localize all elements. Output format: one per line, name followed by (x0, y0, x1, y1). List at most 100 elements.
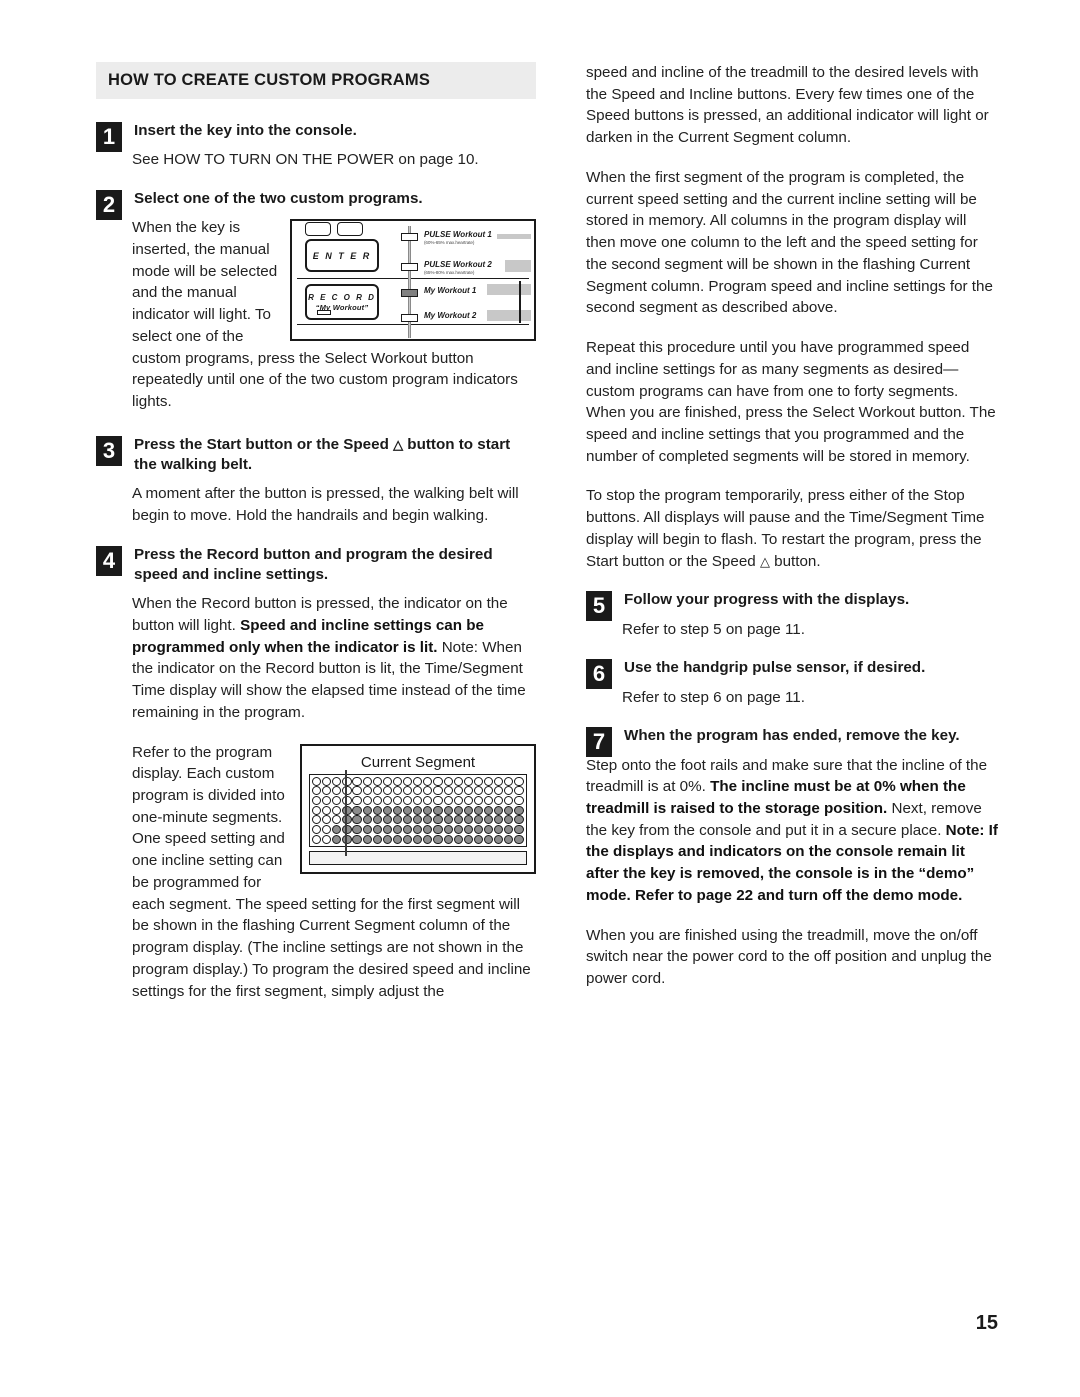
matrix-dot-on (342, 824, 352, 835)
step-2-number: 2 (96, 189, 122, 220)
record-button[interactable]: R E C O R D “My Workout” (305, 284, 379, 321)
matrix-dot-off (332, 786, 342, 796)
matrix-dot-off (514, 786, 524, 796)
graph-bar-4 (487, 310, 531, 322)
matrix-dot-on (382, 834, 393, 844)
matrix-dot-on (362, 824, 372, 835)
matrix-dot-on (504, 805, 514, 815)
matrix-dot-on (514, 824, 524, 835)
matrix-dot-off (312, 805, 322, 815)
step-5: 5 Follow your progress with the displays… (586, 590, 998, 622)
matrix-dot-on (352, 834, 362, 844)
step-5-body: Refer to step 5 on page 11. (622, 620, 805, 638)
matrix-dot-off (504, 776, 514, 786)
matrix-dot-off (443, 786, 453, 796)
matrix-dot-on (484, 834, 494, 844)
matrix-dot-on (473, 815, 484, 825)
matrix-dot-off (403, 795, 413, 806)
matrix-dot-off (443, 795, 453, 806)
step-6-body: Refer to step 6 on page 11. (622, 688, 805, 706)
right-column: speed and incline of the treadmill to th… (586, 62, 998, 1008)
matrix-dot-off (514, 776, 524, 786)
caption-pointer-line (345, 769, 347, 856)
matrix-dot-on (453, 834, 463, 844)
matrix-dot-on (352, 815, 362, 825)
matrix-dot-on (403, 815, 413, 825)
right-para-3: Repeat this procedure until you have pro… (586, 339, 996, 465)
step-4-number: 4 (96, 545, 122, 576)
label-pulse-workout-2: PULSE Workout 2 (424, 260, 492, 270)
enter-button-label: E N T E R (312, 250, 372, 261)
step-3-number: 3 (96, 435, 122, 466)
dot-matrix (312, 776, 524, 844)
matrix-dot-on (352, 824, 362, 835)
matrix-dot-off (392, 795, 403, 806)
matrix-dot-on (423, 815, 433, 825)
left-column: HOW TO CREATE CUSTOM PROGRAMS 1 Insert t… (96, 62, 536, 1020)
matrix-dot-off (382, 786, 393, 796)
matrix-dot-off (463, 786, 473, 796)
sublabel-pulse-workout-2: (65%-80% max.heartrate) (424, 270, 475, 276)
matrix-dot-off (312, 815, 322, 825)
matrix-dot-off (453, 795, 463, 806)
matrix-dot-off (423, 776, 433, 786)
matrix-dot-on (443, 815, 453, 825)
section-heading: HOW TO CREATE CUSTOM PROGRAMS (96, 62, 536, 99)
matrix-dot-off (372, 786, 382, 796)
matrix-dot-off (382, 795, 393, 806)
matrix-dot-off (362, 776, 372, 786)
step-6: 6 Use the handgrip pulse sensor, if desi… (586, 658, 998, 690)
step-3-body: A moment after the button is pressed, th… (132, 485, 519, 524)
graph-bar-3 (487, 284, 531, 296)
matrix-dot-off (332, 776, 342, 786)
matrix-dot-on (372, 834, 382, 844)
matrix-dot-on (473, 805, 484, 815)
matrix-dot-on (342, 805, 352, 815)
program-display-footer-bar (309, 850, 527, 865)
matrix-dot-on (392, 805, 403, 815)
matrix-dot-on (392, 834, 403, 844)
step-6-title: Use the handgrip pulse sensor, if desire… (624, 659, 926, 677)
matrix-dot-off (484, 795, 494, 806)
matrix-dot-off (473, 795, 484, 806)
matrix-dot-on (332, 824, 342, 835)
console-diagram: E N T E R R E C O R D “My Workout” PULSE… (290, 219, 536, 342)
matrix-dot-on (463, 834, 473, 844)
matrix-dot-off (352, 795, 362, 806)
manual-page: HOW TO CREATE CUSTOM PROGRAMS 1 Insert t… (0, 0, 1080, 1397)
matrix-dot-on (413, 815, 423, 825)
label-pulse-workout-1: PULSE Workout 1 (424, 230, 492, 240)
matrix-dot-on (413, 824, 423, 835)
matrix-dot-off (322, 795, 332, 806)
matrix-dot-off (372, 776, 382, 786)
matrix-dot-off (332, 815, 342, 825)
matrix-dot-on (392, 815, 403, 825)
matrix-dot-off (423, 795, 433, 806)
matrix-dot-off (484, 786, 494, 796)
step-5-title: Follow your progress with the displays. (624, 591, 910, 609)
matrix-dot-off (484, 776, 494, 786)
matrix-dot-on (342, 834, 352, 844)
matrix-dot-off (312, 824, 322, 835)
step-7: 7 When the program has ended, remove the… (586, 726, 998, 758)
matrix-dot-off (312, 795, 322, 806)
matrix-dot-on (504, 824, 514, 835)
matrix-dot-off (372, 795, 382, 806)
label-my-workout-2: My Workout 2 (424, 311, 477, 321)
step-4-body: When the Record button is pressed, the i… (132, 593, 536, 723)
matrix-dot-on (382, 815, 393, 825)
matrix-dot-on (463, 824, 473, 835)
enter-button[interactable]: E N T E R (305, 239, 379, 273)
current-segment-caption: Current Segment (356, 753, 480, 771)
record-indicator-led (317, 310, 331, 316)
matrix-dot-on (453, 805, 463, 815)
graph-bar-2 (505, 260, 531, 273)
matrix-dot-on (443, 805, 453, 815)
step-5-number: 5 (586, 591, 612, 622)
matrix-dot-off (342, 786, 352, 796)
matrix-dot-off (392, 776, 403, 786)
matrix-dot-on (443, 824, 453, 835)
dot-matrix-box (309, 773, 527, 847)
matrix-dot-off (332, 795, 342, 806)
right-para-2: When the first segment of the program is… (586, 168, 993, 317)
